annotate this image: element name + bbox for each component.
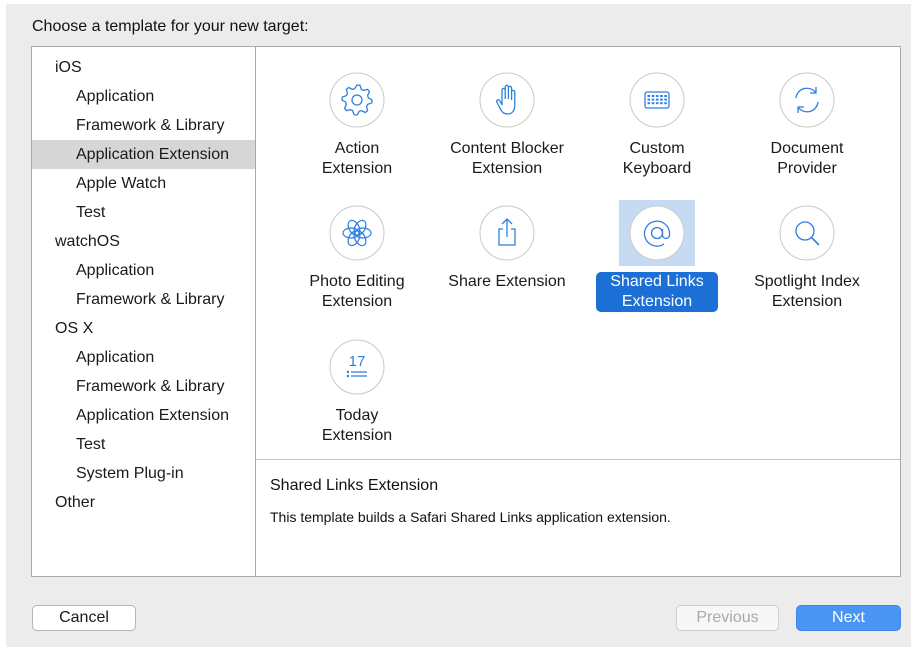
sidebar-item[interactable]: Framework & Library <box>32 372 255 401</box>
svg-text:17: 17 <box>349 353 366 370</box>
sidebar-item[interactable]: Application <box>32 343 255 372</box>
template-chooser: iOS Application Framework & Library Applica… <box>31 46 901 577</box>
template-label: Share Extension <box>432 272 582 292</box>
template-icon-frame <box>319 200 395 266</box>
template-icon-frame <box>769 67 845 133</box>
template-label: Today Extension <box>282 406 432 446</box>
template-label-line2: Extension <box>321 427 393 444</box>
next-button[interactable]: Next <box>796 605 901 631</box>
template-label-line2: Extension <box>771 293 843 310</box>
keyboard-icon <box>629 72 685 128</box>
template-grid: Action Extension Content Blocker Extension… <box>256 47 900 459</box>
sidebar-item[interactable]: Test <box>32 430 255 459</box>
template-label-line1: Shared Links <box>610 273 704 290</box>
sidebar-item[interactable]: System Plug-in <box>32 459 255 488</box>
template-label-line1: Spotlight Index <box>754 273 860 290</box>
template-label: Document Provider <box>732 139 882 179</box>
sidebar-item[interactable]: Apple Watch <box>32 169 255 198</box>
template-label-line2: Extension <box>621 293 693 310</box>
template-label: Custom Keyboard <box>582 139 732 179</box>
template-tile[interactable]: Photo Editing Extension <box>282 188 432 318</box>
template-icon-frame <box>469 67 545 133</box>
calendar-17-icon: 17 <box>329 339 385 395</box>
template-icon-frame <box>619 67 695 133</box>
template-tile[interactable]: Spotlight Index Extension <box>732 188 882 318</box>
description-title: Shared Links Extension <box>270 477 439 494</box>
template-label-line1: Custom <box>629 140 685 157</box>
sync-icon <box>779 72 835 128</box>
template-label-line2: Extension <box>321 293 393 310</box>
template-tile[interactable]: Document Provider <box>732 55 882 185</box>
template-label-line1: Document <box>770 140 844 157</box>
template-label: Shared Links Extension <box>596 272 718 312</box>
cancel-button[interactable]: Cancel <box>32 605 136 631</box>
sidebar-item[interactable]: Application Extension <box>32 140 255 169</box>
template-label-line2: Extension <box>321 160 393 177</box>
magnifier-icon <box>779 205 835 261</box>
sidebar-item[interactable]: OS X <box>32 314 255 343</box>
template-label: Action Extension <box>282 139 432 179</box>
template-label-line2: Extension <box>471 160 543 177</box>
template-tile[interactable]: Share Extension <box>432 188 582 318</box>
template-label: Content Blocker Extension <box>432 139 582 179</box>
template-label-line1: Share Extension <box>448 273 566 290</box>
template-label-line2: Keyboard <box>622 160 692 177</box>
template-label-line1: Action <box>334 140 380 157</box>
template-label-line2: Provider <box>777 160 837 177</box>
gear-icon <box>329 72 385 128</box>
template-tile[interactable]: Shared Links Extension <box>582 188 732 318</box>
template-tile[interactable]: Custom Keyboard <box>582 55 732 185</box>
sidebar-item[interactable]: Application <box>32 256 255 285</box>
sidebar-item[interactable]: Application <box>32 82 255 111</box>
hand-icon <box>479 72 535 128</box>
template-tile[interactable]: 17 Today Extension <box>282 322 432 452</box>
template-label: Spotlight Index Extension <box>732 272 882 312</box>
template-icon-frame <box>619 200 695 266</box>
sidebar-item[interactable]: Other <box>32 488 255 517</box>
platform-sidebar: iOS Application Framework & Library Applica… <box>32 47 256 576</box>
dialog-prompt: Choose a template for your new target: <box>32 18 309 35</box>
template-label-line1: Content Blocker <box>450 140 564 157</box>
sidebar-item[interactable]: Application Extension <box>32 401 255 430</box>
template-description: Shared Links Extension This template bui… <box>256 459 900 577</box>
template-icon-frame <box>469 200 545 266</box>
template-label-line1: Photo Editing <box>309 273 405 290</box>
previous-button[interactable]: Previous <box>676 605 779 631</box>
sidebar-item[interactable]: Framework & Library <box>32 285 255 314</box>
share-icon <box>479 205 535 261</box>
sidebar-item[interactable]: iOS <box>32 53 255 82</box>
template-label: Photo Editing Extension <box>282 272 432 312</box>
template-icon-frame <box>319 67 395 133</box>
template-icon-frame: 17 <box>319 334 395 400</box>
template-tile[interactable]: Action Extension <box>282 55 432 185</box>
template-tile[interactable]: Content Blocker Extension <box>432 55 582 185</box>
description-body: This template builds a Safari Shared Lin… <box>270 509 671 525</box>
sidebar-item[interactable]: watchOS <box>32 227 255 256</box>
sidebar-item[interactable]: Framework & Library <box>32 111 255 140</box>
sidebar-item[interactable]: Test <box>32 198 255 227</box>
flower-icon <box>329 205 385 261</box>
template-label-line1: Today <box>335 407 379 424</box>
template-icon-frame <box>769 200 845 266</box>
at-sign-icon <box>629 205 685 261</box>
